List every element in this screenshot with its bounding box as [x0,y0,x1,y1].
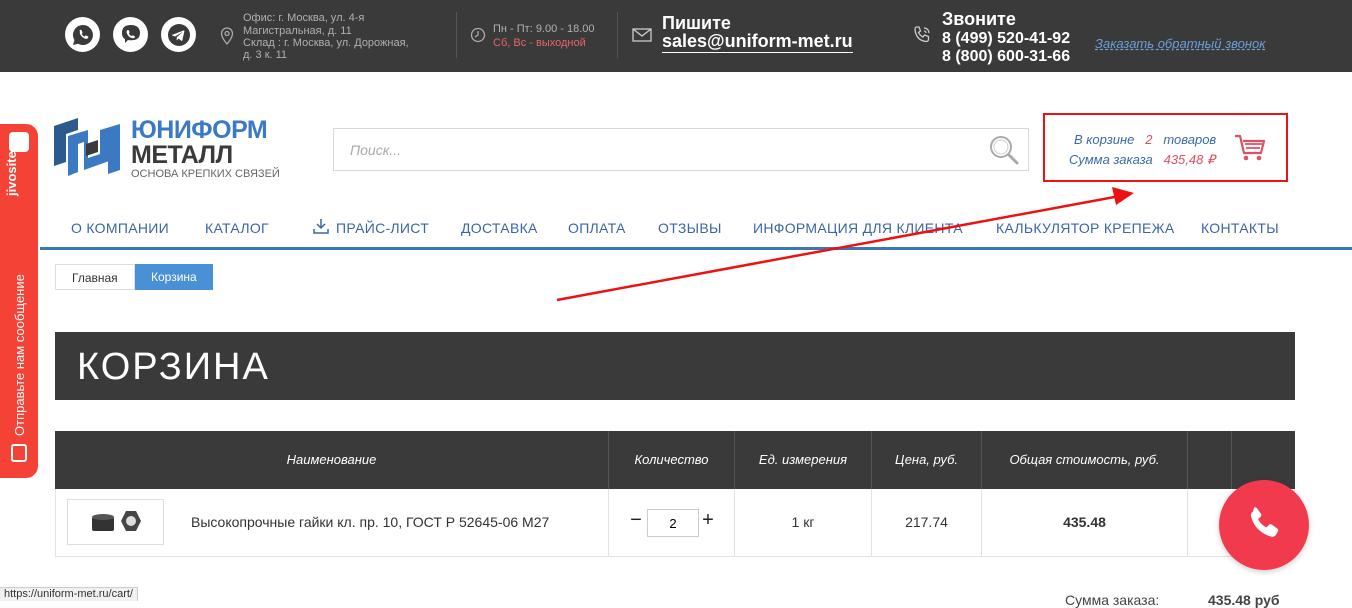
call-button[interactable] [1219,480,1309,570]
status-bar-url: https://uniform-met.ru/cart/ [0,587,138,601]
phone-icon [1250,507,1279,537]
annotation-arrow [556,187,1134,302]
